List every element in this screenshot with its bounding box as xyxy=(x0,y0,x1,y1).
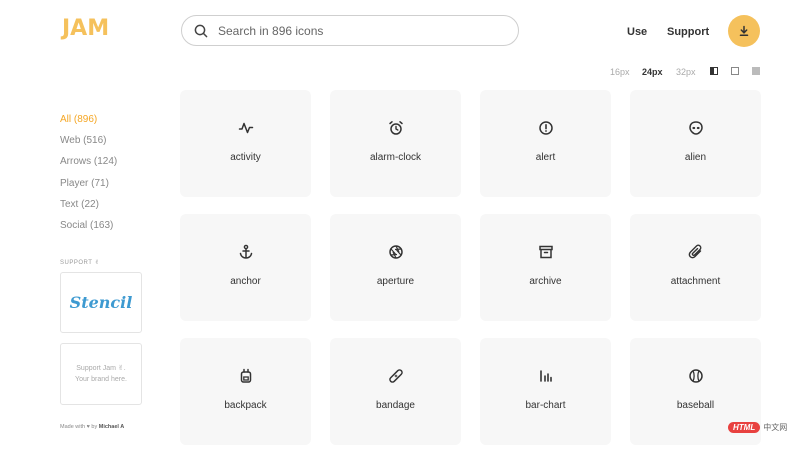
search-input[interactable] xyxy=(218,23,498,38)
bar-chart-icon xyxy=(540,370,552,382)
theme-light-toggle[interactable] xyxy=(731,67,739,75)
icon-card-backpack[interactable]: backpack xyxy=(180,338,311,445)
icon-label: attachment xyxy=(670,276,721,287)
icon-card-alert[interactable]: alert xyxy=(480,90,611,197)
icon-label: aperture xyxy=(376,276,415,287)
icon-label: activity xyxy=(230,152,261,163)
icon-label: alert xyxy=(535,152,556,163)
icon-label: bar-chart xyxy=(525,400,566,411)
watermark-text: 中文网 xyxy=(763,423,788,432)
icon-label: backpack xyxy=(224,400,267,411)
bandage-icon xyxy=(389,369,403,383)
icon-card-activity[interactable]: activity xyxy=(180,90,311,197)
alien-icon xyxy=(689,121,703,135)
category-web[interactable]: Web (516) xyxy=(60,135,107,146)
search-icon xyxy=(194,24,208,37)
sponsor-name: Stencil xyxy=(69,293,133,312)
icon-label: baseball xyxy=(676,400,715,411)
icon-card-anchor[interactable]: anchor xyxy=(180,214,311,321)
category-arrows[interactable]: Arrows (124) xyxy=(60,156,117,167)
size-16-option[interactable]: 16px xyxy=(610,67,630,77)
alert-icon xyxy=(539,121,553,135)
icon-card-alien[interactable]: alien xyxy=(630,90,761,197)
sponsor-ad-slot[interactable]: Support Jam ✌. Your brand here. xyxy=(60,343,142,405)
icon-card-archive[interactable]: archive xyxy=(480,214,611,321)
category-all[interactable]: All (896) xyxy=(60,114,97,125)
search-bar[interactable] xyxy=(181,15,519,46)
theme-dark-toggle[interactable] xyxy=(752,67,760,75)
icon-card-bandage[interactable]: bandage xyxy=(330,338,461,445)
activity-icon xyxy=(238,122,254,134)
nav-support-link[interactable]: Support xyxy=(667,26,709,38)
size-24-option[interactable]: 24px xyxy=(642,67,663,77)
theme-contrast-toggle[interactable] xyxy=(710,67,718,75)
archive-icon xyxy=(539,245,553,259)
sponsor-stencil-card[interactable]: Stencil xyxy=(60,272,142,333)
download-icon xyxy=(739,25,749,37)
icon-card-alarm-clock[interactable]: alarm-clock xyxy=(330,90,461,197)
icon-card-bar-chart[interactable]: bar-chart xyxy=(480,338,611,445)
made-with-text: Made with ♥ by xyxy=(60,424,98,430)
icon-grid: activity alarm-clock alert alien anchor … xyxy=(180,90,761,445)
ad-line-1: Support Jam ✌. xyxy=(76,365,126,372)
icon-label: anchor xyxy=(230,276,261,287)
site-watermark: HTML 中文网 xyxy=(728,422,787,433)
alarm-clock-icon xyxy=(389,121,403,135)
jam-logo[interactable]: JAM xyxy=(62,16,109,41)
footer-credit: Made with ♥ by Michael A xyxy=(60,424,124,430)
support-heading: SUPPORT ✌ xyxy=(60,260,100,266)
download-button[interactable] xyxy=(728,15,760,47)
backpack-icon xyxy=(240,368,252,383)
author-link[interactable]: Michael A xyxy=(99,424,124,430)
nav-use-link[interactable]: Use xyxy=(627,26,647,38)
icon-card-aperture[interactable]: aperture xyxy=(330,214,461,321)
anchor-icon xyxy=(239,244,253,259)
ad-line-2: Your brand here. xyxy=(75,376,127,383)
baseball-icon xyxy=(689,369,703,383)
size-32-option[interactable]: 32px xyxy=(676,67,696,77)
category-player[interactable]: Player (71) xyxy=(60,178,109,189)
icon-card-attachment[interactable]: attachment xyxy=(630,214,761,321)
attachment-icon xyxy=(688,244,702,259)
aperture-icon xyxy=(389,245,403,259)
icon-label: bandage xyxy=(376,400,415,411)
icon-label: archive xyxy=(529,276,562,287)
category-social[interactable]: Social (163) xyxy=(60,220,113,231)
icon-label: alarm-clock xyxy=(369,152,422,163)
watermark-badge: HTML xyxy=(728,422,761,433)
category-text[interactable]: Text (22) xyxy=(60,199,99,210)
icon-label: alien xyxy=(684,152,707,163)
